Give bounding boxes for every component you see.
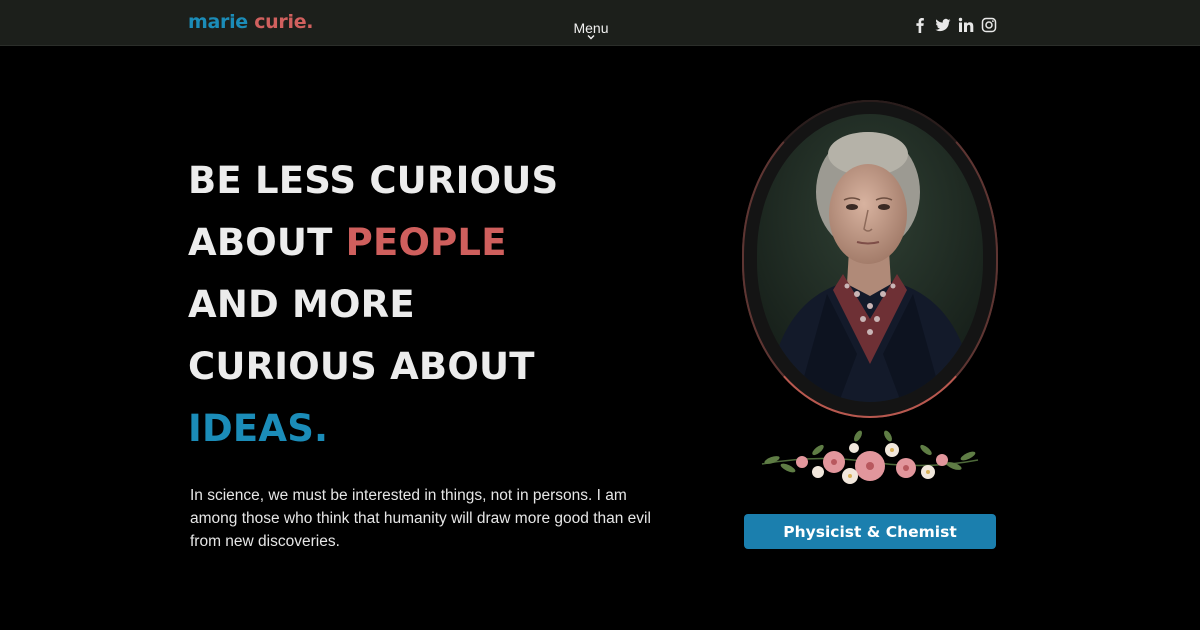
logo-first-name: marie [188, 11, 248, 33]
headline-about: ABOUT [188, 221, 346, 264]
headline-line-1: BE LESS CURIOUS [188, 159, 559, 202]
floral-ornament [761, 430, 979, 484]
social-links [912, 17, 997, 33]
headline-line-3: AND MORE [188, 283, 415, 326]
facebook-icon[interactable] [912, 17, 928, 33]
portrait-image [757, 114, 983, 402]
linkedin-icon[interactable] [958, 17, 974, 33]
site-logo[interactable]: marie curie. [188, 11, 314, 33]
twitter-icon[interactable] [935, 17, 951, 33]
headline-people: PEOPLE [345, 221, 507, 264]
top-navbar: marie curie. Menu [0, 0, 1200, 46]
hero-quote: In science, we must be interested in thi… [190, 487, 651, 550]
menu-button[interactable]: Menu [560, 20, 622, 40]
chevron-down-icon [587, 35, 595, 40]
hero-headline: BE LESS CURIOUS ABOUT PEOPLE AND MORE CU… [188, 150, 668, 460]
headline-line-2: ABOUT PEOPLE [188, 212, 668, 274]
logo-last-name: curie. [254, 11, 314, 33]
headline-ideas: IDEAS. [188, 407, 329, 450]
role-button[interactable]: Physicist & Chemist [744, 514, 996, 549]
instagram-icon[interactable] [981, 17, 997, 33]
headline-line-4: CURIOUS ABOUT [188, 345, 535, 388]
